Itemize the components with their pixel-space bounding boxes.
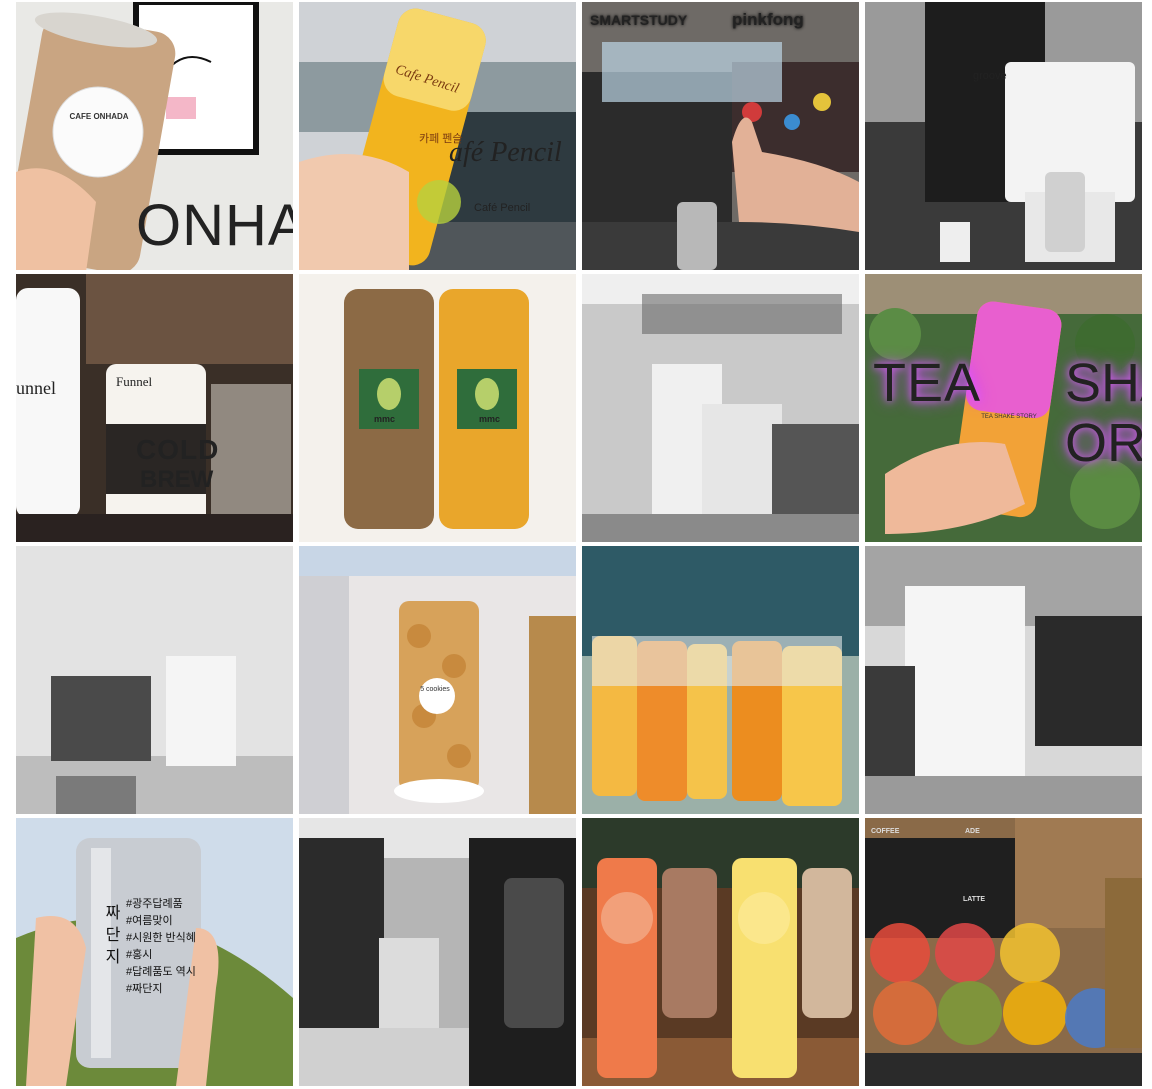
cup-label-text: TEA SHAKE STORY (981, 414, 1037, 420)
can-hashtags-text: #광주답례품 #여름맞이 #시원한 반식혜 #홍시 #답례품도 역시 #짜단지 (126, 898, 196, 995)
cup-label-text: CAFE ONHADA (69, 112, 129, 121)
photo-tile-3[interactable]: SMARTSTUDY pinkfong (582, 2, 859, 270)
smartstudy-logo: SMARTSTUDY (590, 12, 688, 28)
photo-tile-12[interactable] (865, 546, 1142, 814)
photo-tile-6[interactable]: mmc mmc (299, 274, 576, 542)
funnel-brand-text: Funnel (116, 374, 153, 389)
photo-tile-2[interactable]: afé Pencil Café Pencil Cafe Pencil 카페 펜슬 (299, 2, 576, 270)
menu-coffee-heading: COFFEE (871, 828, 900, 835)
grapefruit-lemon-photo (582, 818, 859, 1086)
photo-tile-8[interactable]: TEA SHA ORY TEA SHAKE STORY (865, 274, 1142, 542)
photo-tile-10[interactable]: 5 cookies (299, 546, 576, 814)
photo-tile-7[interactable] (582, 274, 859, 542)
photo-tile-4[interactable]: groove (865, 2, 1142, 270)
cookie-label-text: 5 cookies (420, 686, 450, 693)
cafe-sign-small-text: Café Pencil (474, 202, 531, 214)
ade-row-photo (582, 546, 859, 814)
groove-photo (865, 2, 1142, 270)
neon-sha-text: SHA (1065, 353, 1142, 413)
photo-tile-13[interactable]: 짜단지 #광주답례품 #여름맞이 #시원한 반식혜 #홍시 #답례품도 역시 #… (16, 818, 293, 1086)
pinkfong-logo: pinkfong (732, 10, 804, 29)
photo-tile-14[interactable] (299, 818, 576, 1086)
mmc-label-left: mmc (374, 414, 396, 424)
photo-tile-16[interactable]: COFFEE ADE LATTE (865, 818, 1142, 1086)
white-room-photo (16, 546, 293, 814)
neon-tea-text: TEA (873, 353, 982, 413)
photo-tile-15[interactable] (582, 818, 859, 1086)
cold-text: COLD (136, 434, 220, 465)
menu-latte-heading: LATTE (963, 896, 986, 903)
cookie-jar-photo (299, 546, 576, 814)
brew-text: BREW (140, 466, 214, 493)
groove-shirt-text: groove (973, 70, 1007, 82)
funnel-cold-brew-photo (16, 274, 293, 542)
funnel-side-text: unnel (16, 378, 56, 398)
cafe-sign-text: afé Pencil (449, 137, 562, 168)
candy-jars-photo (865, 818, 1142, 1086)
neon-ory-text: ORY (1065, 413, 1142, 473)
espresso-sealer-photo (865, 546, 1142, 814)
menu-ade-heading: ADE (965, 828, 980, 835)
photo-tile-5[interactable]: unnel Funnel COLD BREW (16, 274, 293, 542)
cafe-sign-text: ONHAD (136, 193, 293, 258)
sealer-bw-photo (299, 818, 576, 1086)
photo-grid: ONHAD CAFE ONHADA afé Pencil Café Pencil… (16, 2, 1143, 1087)
mmc-granola-photo (299, 274, 576, 542)
smartstudy-photo (582, 2, 859, 270)
can-vertical-text: 짜단지 (105, 905, 121, 966)
mmc-label-right: mmc (479, 414, 501, 424)
photo-tile-1[interactable]: ONHAD CAFE ONHADA (16, 2, 293, 270)
photo-tile-9[interactable] (16, 546, 293, 814)
sealer-kitchen-photo (582, 274, 859, 542)
photo-tile-11[interactable] (582, 546, 859, 814)
can-label-korean-text: 카페 펜슬 (419, 133, 463, 145)
